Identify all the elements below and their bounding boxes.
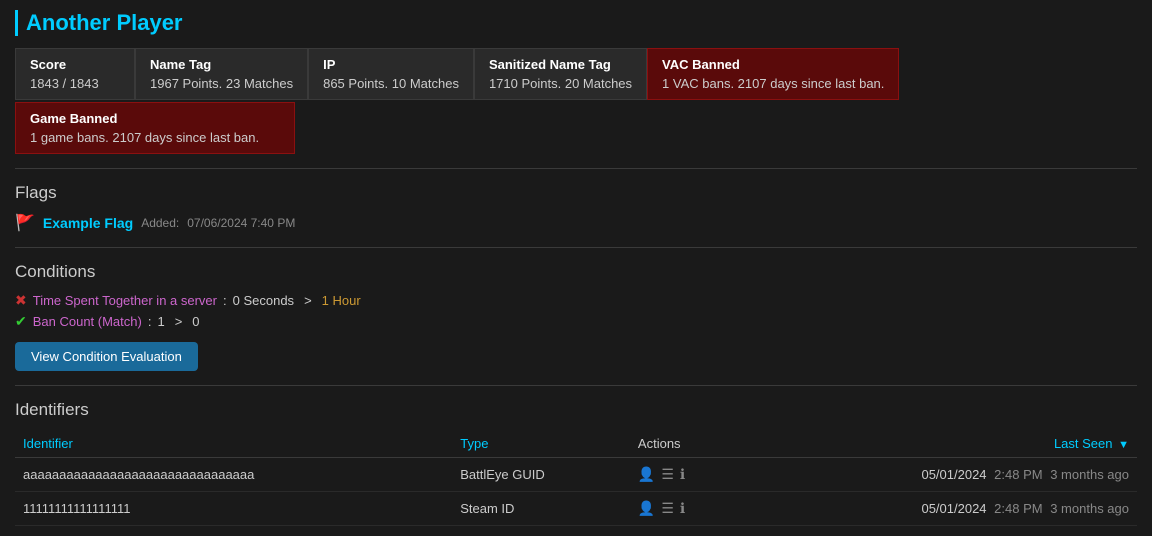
stats-row: Score 1843 / 1843 Name Tag 1967 Points. … xyxy=(15,48,1137,100)
identifiers-title: Identifiers xyxy=(15,400,1137,420)
name-tag-box: Name Tag 1967 Points. 23 Matches xyxy=(135,48,308,100)
ip-value: 865 Points. 10 Matches xyxy=(323,76,459,91)
condition-sep-1: : xyxy=(148,314,152,329)
condition-val-1: 1 xyxy=(157,314,164,329)
flag-icon: 🚩 xyxy=(15,213,35,233)
last-seen-ago: 3 months ago xyxy=(1050,467,1129,482)
sort-icon: ▼ xyxy=(1118,439,1129,451)
identifier-cell: 11111111111111111 xyxy=(15,492,452,526)
list-icon[interactable]: ☰ xyxy=(661,500,674,517)
type-cell: BattlEye GUID xyxy=(452,458,630,492)
last-seen-label: Last Seen xyxy=(1054,436,1113,451)
last-seen-ago: 3 months ago xyxy=(1050,501,1129,516)
conditions-section: Conditions ✖ Time Spent Together in a se… xyxy=(15,262,1137,371)
identifier-cell: aaaaaaaaaaaaaaaaaaaaaaaaaaaaaaaa xyxy=(15,458,452,492)
list-icon[interactable]: ☰ xyxy=(661,466,674,483)
identifiers-tbody: aaaaaaaaaaaaaaaaaaaaaaaaaaaaaaaaBattlEye… xyxy=(15,458,1137,526)
table-header-row: Identifier Type Actions Last Seen ▼ xyxy=(15,430,1137,458)
actions-cell: 👤 ☰ ℹ xyxy=(630,458,742,492)
condition-threshold-0: 1 Hour xyxy=(322,293,361,308)
vac-value: 1 VAC bans. 2107 days since last ban. xyxy=(662,76,884,91)
page-container: Another Player Score 1843 / 1843 Name Ta… xyxy=(0,0,1152,536)
vac-label: VAC Banned xyxy=(662,57,884,72)
col-last-seen: Last Seen ▼ xyxy=(742,430,1137,458)
condition-fail-icon: ✖ xyxy=(15,292,27,309)
table-row: aaaaaaaaaaaaaaaaaaaaaaaaaaaaaaaaBattlEye… xyxy=(15,458,1137,492)
vac-banned-box: VAC Banned 1 VAC bans. 2107 days since l… xyxy=(647,48,899,100)
table-row: 11111111111111111Steam ID 👤 ☰ ℹ 05/01/20… xyxy=(15,492,1137,526)
condition-item-1: ✔ Ban Count (Match) : 1 > 0 xyxy=(15,313,1137,330)
type-cell: Steam ID xyxy=(452,492,630,526)
view-condition-evaluation-button[interactable]: View Condition Evaluation xyxy=(15,342,198,371)
name-tag-label: Name Tag xyxy=(150,57,293,72)
person-icon[interactable]: 👤 xyxy=(638,500,655,517)
game-banned-label: Game Banned xyxy=(30,111,280,126)
info-icon[interactable]: ℹ xyxy=(680,466,685,483)
condition-gt-1: > xyxy=(175,314,183,329)
last-seen-date: 05/01/2024 xyxy=(921,467,986,482)
name-tag-value: 1967 Points. 23 Matches xyxy=(150,76,293,91)
ip-label: IP xyxy=(323,57,459,72)
player-title: Another Player xyxy=(15,10,1137,36)
identifiers-table: Identifier Type Actions Last Seen ▼ aaaa… xyxy=(15,430,1137,526)
table-head: Identifier Type Actions Last Seen ▼ xyxy=(15,430,1137,458)
condition-pass-icon: ✔ xyxy=(15,313,27,330)
col-identifier: Identifier xyxy=(15,430,452,458)
flags-section: Flags 🚩 Example Flag Added: 07/06/2024 7… xyxy=(15,183,1137,233)
flag-item: 🚩 Example Flag Added: 07/06/2024 7:40 PM xyxy=(15,213,1137,233)
sanitized-box: Sanitized Name Tag 1710 Points. 20 Match… xyxy=(474,48,647,100)
game-banned-box: Game Banned 1 game bans. 2107 days since… xyxy=(15,102,295,154)
score-box: Score 1843 / 1843 xyxy=(15,48,135,100)
score-value: 1843 / 1843 xyxy=(30,76,120,91)
last-seen-time: 2:48 PM xyxy=(994,467,1042,482)
ip-box: IP 865 Points. 10 Matches xyxy=(308,48,474,100)
condition-val-0: 0 Seconds xyxy=(233,293,294,308)
game-banned-value: 1 game bans. 2107 days since last ban. xyxy=(30,130,280,145)
divider-3 xyxy=(15,385,1137,386)
flag-date-prefix: Added: xyxy=(141,216,179,230)
last-seen-cell: 05/01/2024 2:48 PM 3 months ago xyxy=(742,458,1137,492)
conditions-title: Conditions xyxy=(15,262,1137,282)
score-label: Score xyxy=(30,57,120,72)
flag-date: 07/06/2024 7:40 PM xyxy=(187,216,295,230)
last-seen-date: 05/01/2024 xyxy=(921,501,986,516)
col-actions: Actions xyxy=(630,430,742,458)
flag-name: Example Flag xyxy=(43,215,133,231)
info-icon[interactable]: ℹ xyxy=(680,500,685,517)
condition-sep-0: : xyxy=(223,293,227,308)
col-type: Type xyxy=(452,430,630,458)
sanitized-value: 1710 Points. 20 Matches xyxy=(489,76,632,91)
bans-row: Game Banned 1 game bans. 2107 days since… xyxy=(15,100,1137,154)
person-icon[interactable]: 👤 xyxy=(638,466,655,483)
sanitized-label: Sanitized Name Tag xyxy=(489,57,632,72)
divider-2 xyxy=(15,247,1137,248)
actions-cell: 👤 ☰ ℹ xyxy=(630,492,742,526)
divider-1 xyxy=(15,168,1137,169)
condition-name-1: Ban Count (Match) xyxy=(33,314,142,329)
condition-name-0: Time Spent Together in a server xyxy=(33,293,217,308)
last-seen-cell: 05/01/2024 2:48 PM 3 months ago xyxy=(742,492,1137,526)
condition-threshold-1: 0 xyxy=(192,314,199,329)
identifiers-section: Identifiers Identifier Type Actions Last… xyxy=(15,400,1137,526)
condition-gt-0: > xyxy=(304,293,312,308)
last-seen-time: 2:48 PM xyxy=(994,501,1042,516)
condition-item-0: ✖ Time Spent Together in a server : 0 Se… xyxy=(15,292,1137,309)
flags-title: Flags xyxy=(15,183,1137,203)
